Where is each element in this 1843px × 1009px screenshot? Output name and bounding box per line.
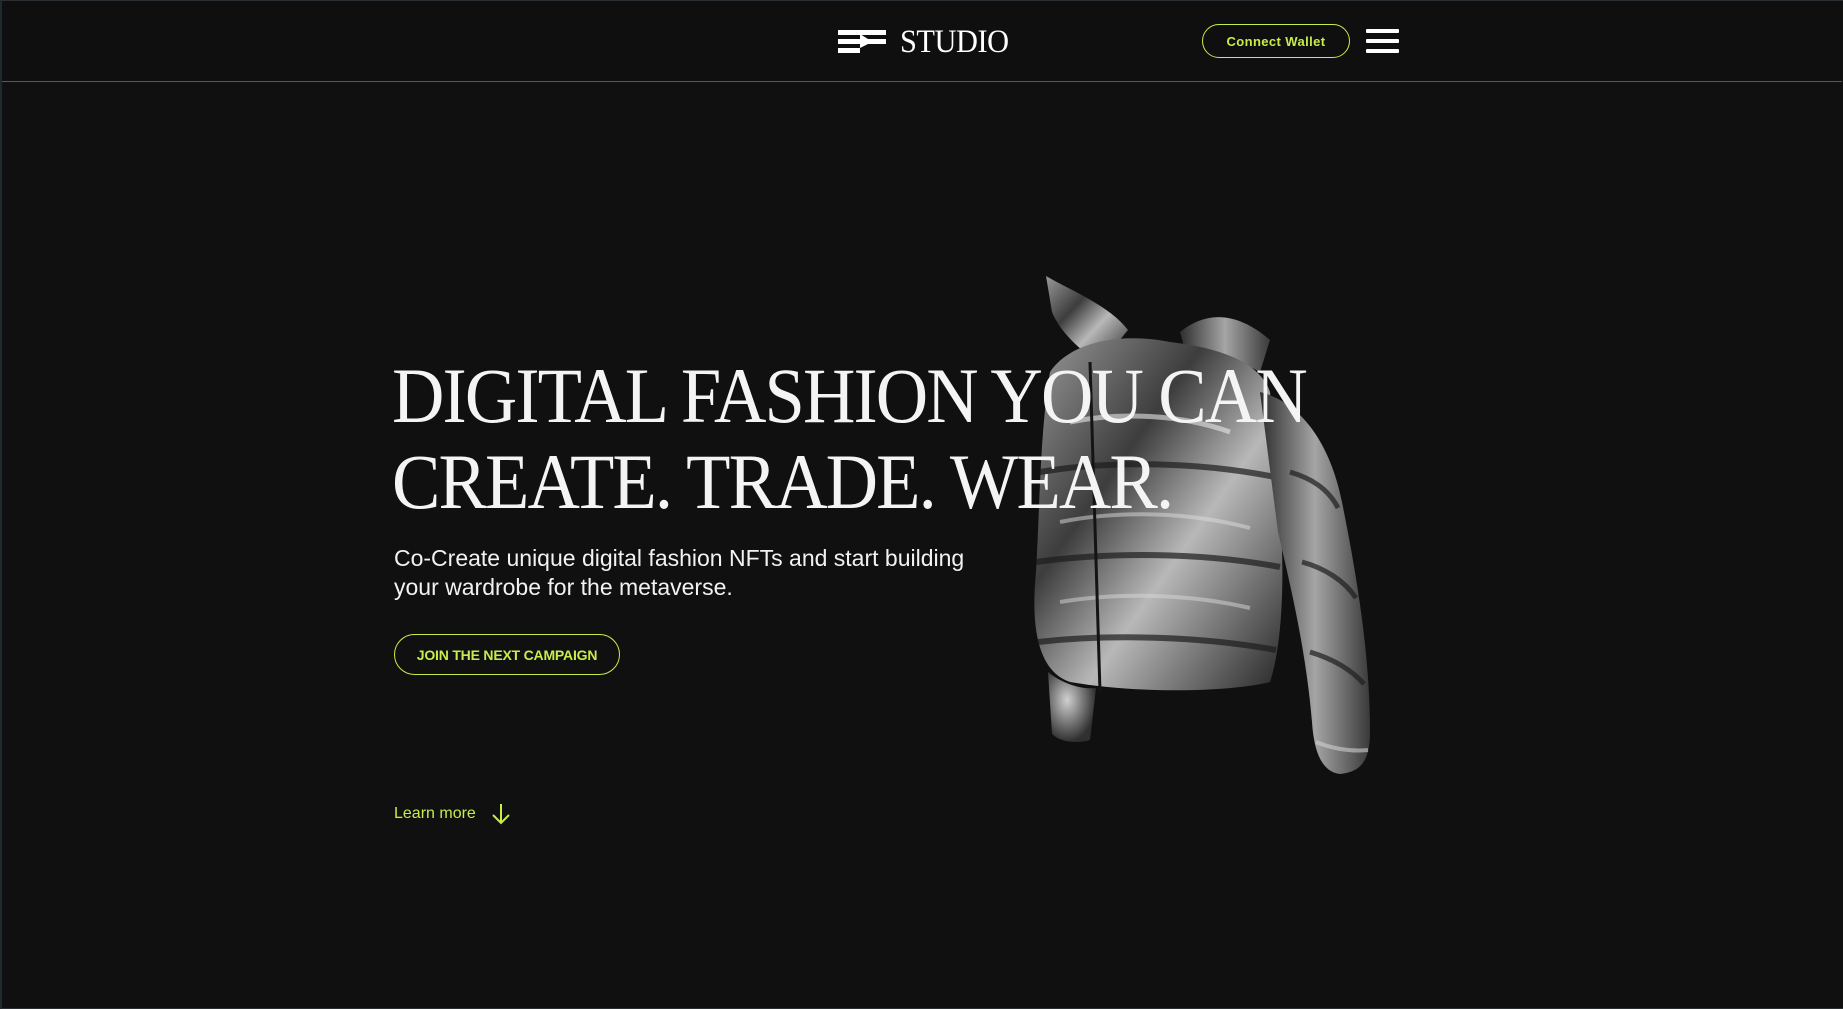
learn-more-link[interactable]: Learn more (394, 802, 512, 826)
brand-name: STUDIO (900, 24, 1009, 60)
subtext-line-1: Co-Create unique digital fashion NFTs an… (394, 545, 965, 571)
learn-more-label: Learn more (394, 805, 476, 822)
studio-logo[interactable]: STUDIO (838, 25, 1018, 59)
top-navigation-bar: STUDIO Connect Wallet (2, 1, 1842, 82)
studio-logo-mark-icon (838, 30, 886, 53)
menu-bar (1366, 29, 1399, 33)
menu-bar (1366, 39, 1399, 43)
puffer-jacket-image (1034, 276, 1370, 774)
connect-wallet-button[interactable]: Connect Wallet (1202, 24, 1350, 58)
hero-subtext: Co-Create unique digital fashion NFTs an… (394, 544, 1034, 602)
arrow-down-icon (492, 804, 510, 825)
headline-line-2: CREATE. TRADE. WEAR. (392, 438, 1174, 525)
join-campaign-button[interactable]: JOIN THE NEXT CAMPAIGN (394, 634, 620, 675)
hero-headline: DIGITAL FASHION YOU CAN CREATE. TRADE. W… (392, 352, 1308, 525)
subtext-line-2: your wardrobe for the metaverse. (394, 574, 733, 600)
headline-line-1: DIGITAL FASHION YOU CAN (392, 352, 1308, 439)
menu-bar (1366, 49, 1399, 53)
hamburger-menu-icon[interactable] (1366, 28, 1400, 56)
